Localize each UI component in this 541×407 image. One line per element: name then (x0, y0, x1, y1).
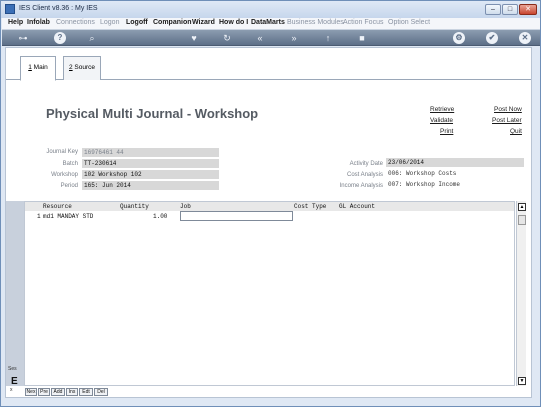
title-bar: IES Client v8.36 : My IES – □ ✕ (1, 1, 540, 18)
next-button[interactable]: Nex (25, 388, 37, 396)
close-window-button[interactable]: ✕ (519, 4, 537, 15)
app-window: IES Client v8.36 : My IES – □ ✕ Help Inf… (0, 0, 541, 407)
main-content: 1 Main 2 Source Physical Multi Journal -… (5, 47, 532, 398)
window-title: IES Client v8.36 : My IES (19, 5, 98, 12)
job-input[interactable] (180, 211, 293, 221)
validate-link[interactable]: Validate (430, 117, 453, 124)
scroll-thumb[interactable] (518, 215, 526, 225)
key-icon[interactable]: ⊶ (14, 32, 32, 44)
journal-grid: Resource Quantity Job Cost Type GL Accou… (24, 201, 515, 386)
journal-key-field: 16976461 44 (82, 148, 219, 157)
activity-date-label: Activity Date (349, 161, 383, 167)
side-panel-close[interactable]: x (10, 387, 13, 393)
row-resource[interactable]: md1 MANDAY STD (43, 213, 93, 220)
up-icon[interactable]: ↑ (322, 32, 334, 44)
cost-analysis-field[interactable]: 006: Workshop Costs (386, 169, 524, 178)
col-gl-account-header: GL Account (339, 203, 376, 210)
menu-connections[interactable]: Connections (56, 19, 95, 26)
tab-main-label: Main (31, 64, 48, 71)
row-quantity[interactable]: 1.00 (153, 213, 167, 220)
minimize-button[interactable]: – (485, 4, 501, 15)
grid-scrollbar[interactable]: ▲ ▼ (516, 201, 526, 386)
grid-button-bar: Nex Pre Add Ins Edt Del (24, 386, 515, 397)
stop-icon[interactable]: ■ (356, 32, 368, 44)
page-title: Physical Multi Journal - Workshop (46, 106, 259, 121)
batch-field[interactable]: TT-230614 (82, 159, 219, 168)
workshop-field[interactable]: 102 Workshop 102 (82, 170, 219, 179)
menu-action-focus[interactable]: Action Focus (343, 19, 383, 26)
cost-analysis-label: Cost Analysis (346, 172, 383, 178)
tab-source[interactable]: 2 Source (63, 56, 101, 80)
menu-logoff[interactable]: Logoff (126, 19, 148, 26)
activity-date-field[interactable]: 23/06/2014 (386, 158, 524, 167)
heart-icon[interactable]: ♥ (188, 32, 200, 44)
col-resource-header: Resource (43, 203, 72, 210)
menu-datamarts[interactable]: DataMarts (251, 19, 285, 26)
left-gutter (6, 201, 24, 386)
col-job-header: Job (180, 203, 191, 210)
menu-how-do-i[interactable]: How do I (219, 19, 248, 26)
add-button[interactable]: Add (51, 388, 65, 396)
income-analysis-label: Income Analysis (339, 183, 383, 189)
row-number: 1 (37, 213, 41, 220)
check-icon[interactable]: ✔ (486, 32, 498, 44)
edit-button[interactable]: Edt (79, 388, 93, 396)
menu-wizard[interactable]: Wizard (192, 19, 215, 26)
maximize-button[interactable]: □ (502, 4, 518, 15)
delete-button[interactable]: Del (94, 388, 108, 396)
toolbar: ⊶ ? ⌕ ♥ ↻ « » ↑ ■ ⚙ ✔ ✕ (2, 30, 540, 46)
post-later-link[interactable]: Post Later (492, 117, 522, 124)
previous-button[interactable]: Pre (38, 388, 50, 396)
help-icon[interactable]: ? (54, 32, 66, 44)
menu-companion[interactable]: Companion (153, 19, 192, 26)
close-icon[interactable]: ✕ (519, 32, 531, 44)
grid-header: Resource Quantity Job Cost Type GL Accou… (25, 202, 514, 211)
tab-source-label: Source (72, 64, 96, 71)
menu-bar: Help Infolab Connections Logon Logoff Co… (2, 18, 540, 30)
tab-strip: 1 Main 2 Source (6, 48, 531, 81)
period-label: Period (60, 183, 78, 189)
scroll-down-button[interactable]: ▼ (518, 377, 526, 385)
settings-icon[interactable]: ⚙ (453, 32, 465, 44)
back-icon[interactable]: « (254, 32, 266, 44)
menu-help[interactable]: Help (8, 19, 23, 26)
app-logo-icon (5, 4, 15, 14)
menu-option-select[interactable]: Option Select (388, 19, 430, 26)
scroll-up-button[interactable]: ▲ (518, 203, 526, 211)
col-quantity-header: Quantity (120, 203, 149, 210)
income-analysis-field[interactable]: 007: Workshop Income (386, 180, 524, 189)
side-panel-letter: E (11, 376, 18, 387)
period-field[interactable]: 165: Jun 2014 (82, 181, 219, 190)
workshop-label: Workshop (51, 172, 78, 178)
menu-infolab[interactable]: Infolab (27, 19, 50, 26)
insert-button[interactable]: Ins (66, 388, 78, 396)
menu-business-modules[interactable]: Business Modules (287, 19, 344, 26)
forward-icon[interactable]: » (288, 32, 300, 44)
refresh-icon[interactable]: ↻ (221, 32, 233, 44)
side-panel-label: Ses (8, 366, 17, 372)
retrieve-link[interactable]: Retrieve (430, 106, 454, 113)
tab-main[interactable]: 1 Main (20, 56, 56, 81)
col-cost-type-header: Cost Type (294, 203, 327, 210)
post-now-link[interactable]: Post Now (494, 106, 522, 113)
quit-link[interactable]: Quit (510, 128, 522, 135)
search-icon[interactable]: ⌕ (86, 32, 98, 44)
journal-key-label: Journal Key (46, 149, 78, 155)
print-link[interactable]: Print (440, 128, 453, 135)
menu-logon[interactable]: Logon (100, 19, 119, 26)
batch-label: Batch (62, 161, 78, 167)
